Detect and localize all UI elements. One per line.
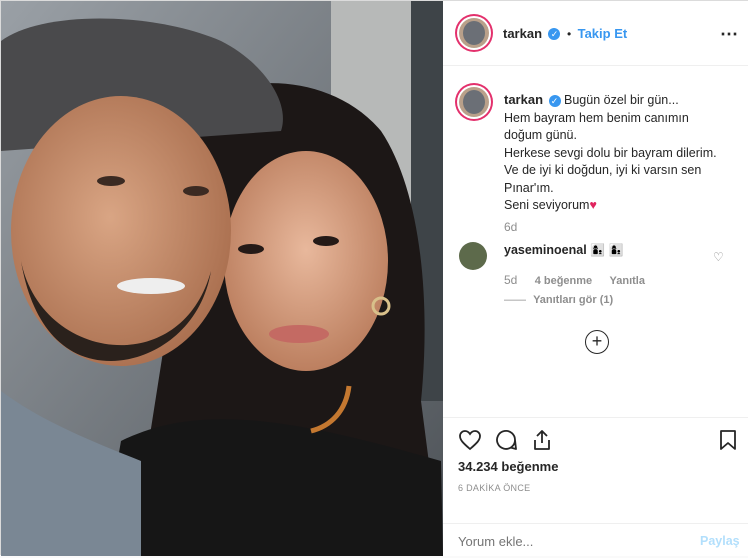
post-time: 6 DAKİKA ÖNCE bbox=[458, 483, 531, 493]
caption-line-1: Bugün özel bir gün... bbox=[564, 93, 679, 107]
people-emoji-icon: 👩‍👦 👩‍👦 bbox=[590, 243, 624, 257]
add-comment-bar: Paylaş bbox=[443, 523, 748, 558]
comment-timestamp: 5d bbox=[504, 273, 518, 287]
follow-button[interactable]: Takip Et bbox=[578, 26, 628, 41]
comment-input[interactable] bbox=[458, 531, 678, 551]
comment-bubble-icon[interactable] bbox=[494, 428, 518, 452]
load-more-comments-icon[interactable]: + bbox=[585, 330, 609, 354]
post-header: tarkan ✓ • Takip Et ⋯ bbox=[443, 1, 748, 66]
comment-like-heart-icon[interactable]: ♡ bbox=[713, 250, 724, 264]
caption-line-4: Herkese sevgi dolu bir bayram dilerim. bbox=[504, 145, 717, 160]
like-heart-icon[interactable] bbox=[458, 428, 482, 452]
caption-line-3: doğum günü. bbox=[504, 128, 577, 142]
separator-dot: • bbox=[566, 27, 572, 41]
caption-username[interactable]: tarkan bbox=[504, 92, 543, 107]
caption: tarkan ✓ Bugün özel bir gün... Hem bayra… bbox=[504, 91, 734, 215]
post-panel: tarkan ✓ • Takip Et ⋯ tarkan ✓ Bugün öze… bbox=[443, 1, 748, 556]
comment-avatar[interactable] bbox=[459, 242, 487, 270]
post-comment-button[interactable]: Paylaş bbox=[700, 534, 740, 548]
post-actions: 34.234 beğenme 6 DAKİKA ÖNCE Paylaş bbox=[443, 417, 748, 557]
reply-button[interactable]: Yanıtla bbox=[610, 275, 645, 287]
comment-likes-link[interactable]: 4 beğenme bbox=[535, 275, 592, 287]
replies-line-icon: —— bbox=[504, 294, 526, 306]
likes-count[interactable]: 34.234 beğenme bbox=[458, 459, 558, 474]
caption-line-7: Seni seviyorum bbox=[504, 198, 590, 212]
couple-selfie-image bbox=[1, 1, 443, 556]
comment-meta: 5d 4 beğenme Yanıtla bbox=[504, 273, 645, 287]
avatar[interactable] bbox=[459, 18, 489, 48]
header-user-row: tarkan ✓ • Takip Et bbox=[503, 25, 627, 43]
post-photo[interactable] bbox=[1, 1, 443, 556]
caption-line-2: Hem bayram hem benim canımın bbox=[504, 110, 689, 125]
caption-avatar[interactable] bbox=[459, 87, 489, 117]
caption-timestamp: 6d bbox=[504, 220, 518, 234]
comment-username[interactable]: yaseminoenal bbox=[504, 243, 587, 257]
caption-line-5: Ve de iyi ki doğdun, iyi ki varsın sen bbox=[504, 163, 702, 177]
instagram-post: tarkan ✓ • Takip Et ⋯ tarkan ✓ Bugün öze… bbox=[0, 0, 748, 556]
save-bookmark-icon[interactable] bbox=[716, 428, 740, 452]
heart-emoji-icon: ♥ bbox=[589, 198, 597, 212]
more-options-icon[interactable]: ⋯ bbox=[720, 24, 739, 45]
verified-badge-icon: ✓ bbox=[548, 27, 561, 40]
comment-body: yaseminoenal 👩‍👦 👩‍👦 bbox=[504, 243, 623, 257]
share-icon[interactable] bbox=[530, 428, 554, 452]
view-replies[interactable]: —— Yanıtları gör (1) bbox=[504, 294, 613, 306]
username-link[interactable]: tarkan bbox=[503, 26, 542, 41]
caption-line-6: Pınar'ım. bbox=[504, 180, 554, 195]
view-replies-label: Yanıtları gör (1) bbox=[533, 294, 614, 306]
verified-badge-icon: ✓ bbox=[548, 94, 561, 107]
comments-area: tarkan ✓ Bugün özel bir gün... Hem bayra… bbox=[443, 65, 748, 417]
